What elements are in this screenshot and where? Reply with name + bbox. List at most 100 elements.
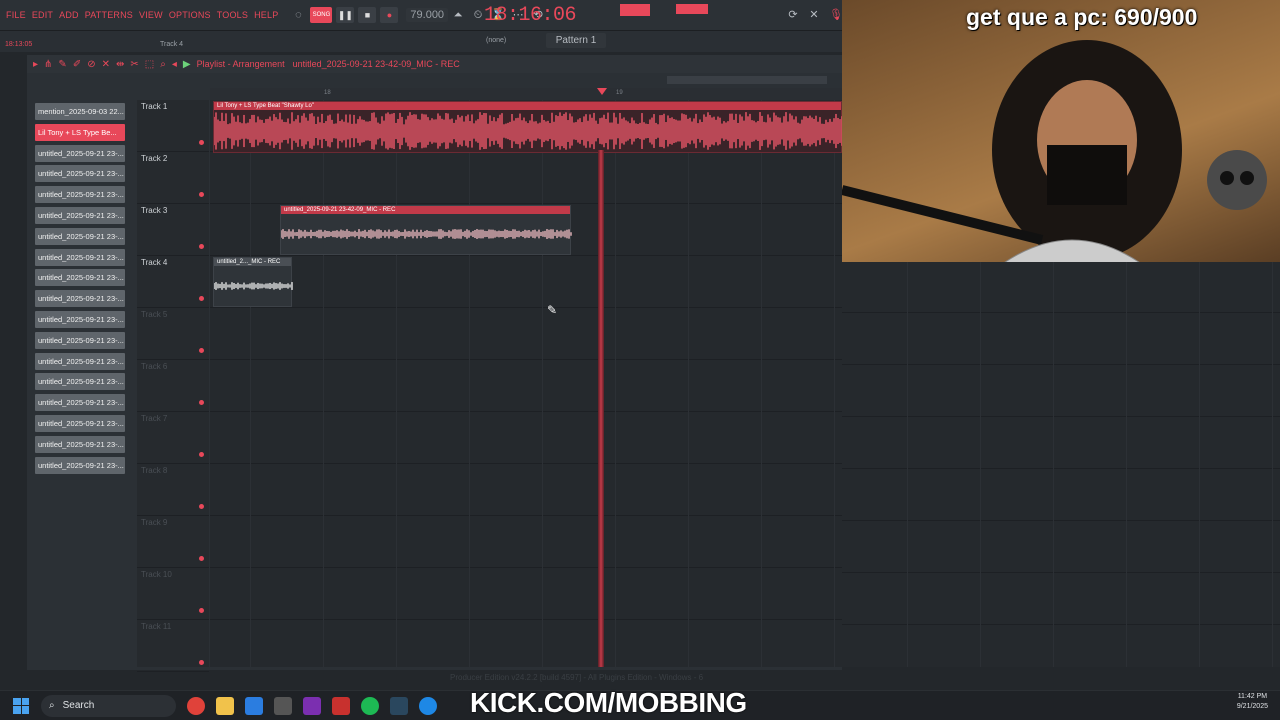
app-icon-purple[interactable]	[303, 696, 321, 715]
play-icon[interactable]: ▶	[183, 59, 191, 70]
audio-clip-beat[interactable]: Lil Tony + LS Type Beat "Shawty Lo"	[213, 101, 843, 153]
menu-edit[interactable]: EDIT	[32, 10, 53, 20]
delete-icon[interactable]: ⊘	[87, 59, 95, 70]
pattern-picker-item[interactable]: untitled_2025-09-21 23-...	[35, 290, 125, 308]
playback-icon[interactable]: ◂	[172, 59, 177, 70]
track-mute-led[interactable]	[199, 504, 204, 509]
song-mode-button[interactable]: SONG	[310, 7, 333, 23]
pattern-picker-item[interactable]: untitled_2025-09-21 23-...	[35, 373, 125, 391]
pattern-picker-item[interactable]: untitled_2025-09-21 23-...	[35, 269, 125, 287]
pattern-picker-item[interactable]: untitled_2025-09-21 23-...	[35, 456, 125, 474]
settings-icon[interactable]	[274, 696, 292, 715]
audio-clip-mic-rec[interactable]: untitled_2025-09-21 23-42-09_MIC - REC	[280, 205, 572, 255]
track-mute-led[interactable]	[199, 556, 204, 561]
arrow-right-icon[interactable]: ▸	[33, 59, 38, 70]
pattern-picker-item[interactable]: mention_2025-09-03 22...	[35, 103, 125, 120]
windows-start-icon[interactable]	[13, 697, 29, 714]
pencil-icon[interactable]: ✎	[58, 59, 66, 70]
playlist-grid-overflow[interactable]	[842, 262, 1280, 667]
scroll-thumb[interactable]	[667, 76, 827, 84]
close-icon[interactable]: ✕	[807, 8, 821, 22]
pattern-picker-item[interactable]: untitled_2025-09-21 23-...	[35, 352, 125, 370]
pattern-selector[interactable]: Pattern 1	[546, 33, 606, 48]
select-icon[interactable]: ⬚	[145, 59, 154, 70]
slip-icon[interactable]: ⇹	[116, 59, 124, 70]
audio-clip-mic-rec-short[interactable]: untitled_2..._MIC - REC	[213, 257, 293, 307]
app-icon-blue[interactable]	[419, 696, 437, 715]
track-mute-led[interactable]	[199, 400, 204, 405]
stop-button[interactable]: ■	[358, 7, 377, 23]
refresh-icon[interactable]: ⟳	[786, 8, 800, 22]
menu-tools[interactable]: TOOLS	[217, 10, 248, 20]
pattern-picker-item[interactable]: untitled_2025-09-21 23-...	[35, 186, 125, 204]
menu-patterns[interactable]: PATTERNS	[85, 10, 133, 20]
ruler-bar-18: 18	[324, 90, 331, 96]
track-mute-led[interactable]	[199, 452, 204, 457]
pattern-picker-item[interactable]: untitled_2025-09-21 23-...	[35, 206, 125, 224]
slice-icon[interactable]: ✂	[130, 59, 138, 70]
track-mute-led[interactable]	[199, 296, 204, 301]
track-mute-led[interactable]	[199, 140, 204, 145]
track-header[interactable]: Track 10	[137, 568, 209, 620]
menu-view[interactable]: VIEW	[139, 10, 163, 20]
track-mute-led[interactable]	[199, 244, 204, 249]
horizontal-scrollbar[interactable]	[217, 74, 829, 86]
grid-beat-line	[323, 100, 324, 667]
folder-icon[interactable]	[216, 696, 234, 715]
webcam-overlay	[840, 0, 1280, 281]
steam-icon[interactable]	[390, 696, 408, 715]
track-header[interactable]: Track 5	[137, 308, 209, 360]
zoom-icon[interactable]: ⌕	[160, 59, 166, 70]
track-mute-led[interactable]	[199, 660, 204, 665]
pattern-picker-item[interactable]: untitled_2025-09-21 23-...	[35, 331, 125, 349]
spotify-icon[interactable]	[361, 696, 379, 715]
track-header[interactable]: Track 4	[137, 256, 209, 308]
pattern-picker-item[interactable]: untitled_2025-09-21 23-...	[35, 144, 125, 162]
pattern-picker-item[interactable]: untitled_2025-09-21 23-...	[35, 165, 125, 183]
track-label: Track 11	[141, 622, 172, 631]
track-mute-led[interactable]	[199, 348, 204, 353]
song-position-marker[interactable]	[597, 88, 607, 95]
mute-icon[interactable]: ✕	[102, 59, 110, 70]
magnet-icon[interactable]: ⋔	[44, 59, 52, 70]
pause-button[interactable]: ❚❚	[336, 7, 355, 23]
app-icon[interactable]	[245, 696, 263, 715]
track-header[interactable]: Track 2	[137, 152, 209, 204]
track-header[interactable]: Track 1	[137, 100, 209, 152]
wait-icon[interactable]: ⏲	[471, 8, 485, 22]
pattern-picker-item[interactable]: untitled_2025-09-21 23-...	[35, 310, 125, 328]
taskbar-search[interactable]: ⌕ Search	[41, 694, 176, 717]
track-mute-led[interactable]	[199, 192, 204, 197]
track-header[interactable]: Track 11	[137, 620, 209, 672]
pattern-picker-item[interactable]: untitled_2025-09-21 23-...	[35, 394, 125, 412]
chrome-icon[interactable]	[187, 696, 205, 715]
pattern-picker-item[interactable]: untitled_2025-09-21 23-...	[35, 414, 125, 432]
pattern-picker-item[interactable]: Lil Tony + LS Type Be...	[35, 123, 125, 141]
track-header[interactable]: Track 3	[137, 204, 209, 256]
track-header[interactable]: Track 7	[137, 412, 209, 464]
playlist-grid[interactable]	[210, 100, 842, 667]
pattern-picker-item[interactable]: untitled_2025-09-21 23-...	[35, 435, 125, 453]
menu-file[interactable]: FILE	[6, 10, 26, 20]
pattern-picker-item[interactable]: untitled_2025-09-21 23-...	[35, 248, 125, 266]
brush-icon[interactable]: ✐	[73, 59, 81, 70]
track-header[interactable]: Track 8	[137, 464, 209, 516]
track-mute-led[interactable]	[199, 608, 204, 613]
playhead[interactable]	[598, 150, 604, 667]
screen: FILE EDIT ADD PATTERNS VIEW OPTIONS TOOL…	[0, 0, 1280, 720]
track-label: Track 6	[141, 362, 168, 371]
track-header[interactable]: Track 9	[137, 516, 209, 568]
metronome-icon[interactable]: ⏶	[451, 8, 465, 22]
track-header[interactable]: Track 6	[137, 360, 209, 412]
pattern-picker-item[interactable]: untitled_2025-09-21 23-...	[35, 227, 125, 245]
menu-options[interactable]: OPTIONS	[169, 10, 211, 20]
menu-add[interactable]: ADD	[59, 10, 79, 20]
system-clock[interactable]: 11:42 PM 9/21/2025	[1237, 692, 1268, 712]
app-icon-red[interactable]	[332, 696, 350, 715]
track-headers: Track 1 Track 2 Track 3 Track 4 Track 5 Track…	[137, 100, 209, 672]
menu-help[interactable]: HELP	[254, 10, 278, 20]
timeline-ruler[interactable]: 18 19	[210, 88, 842, 100]
mic-icon[interactable]: 🎙	[829, 8, 843, 22]
record-button[interactable]: ●	[380, 7, 399, 23]
tempo-display[interactable]: 79.000	[406, 8, 449, 22]
